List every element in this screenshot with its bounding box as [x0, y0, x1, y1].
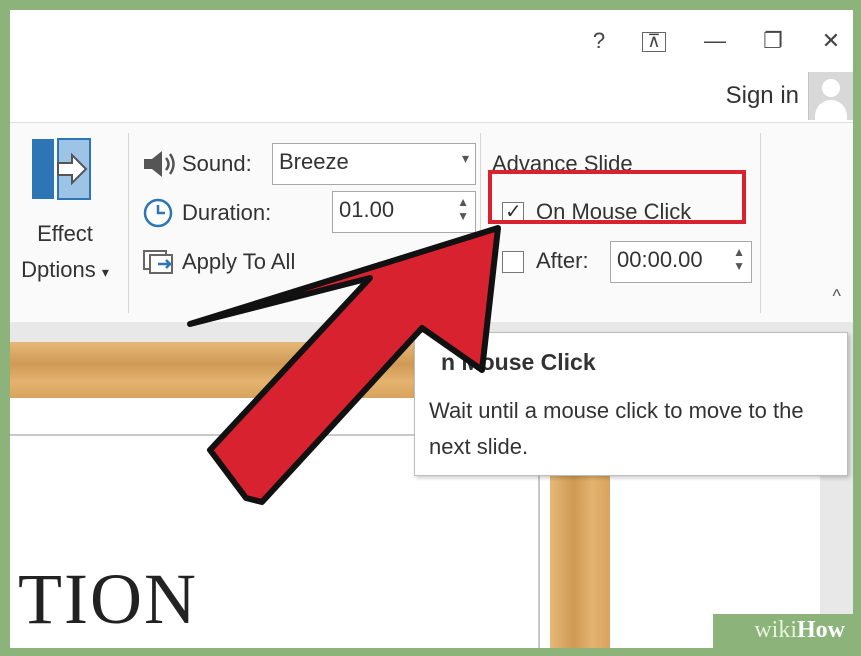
powerpoint-window: ? ⊼ — ❐ ✕ Sign in Effect Dptions ▾ Sound… — [10, 10, 853, 648]
watermark-suffix: How — [797, 617, 845, 643]
watermark-prefix: wiki — [754, 617, 797, 643]
watermark: wikiHow — [713, 614, 853, 648]
pointer-arrow-icon — [187, 225, 501, 505]
watermark-text: wikiHow — [754, 617, 845, 644]
